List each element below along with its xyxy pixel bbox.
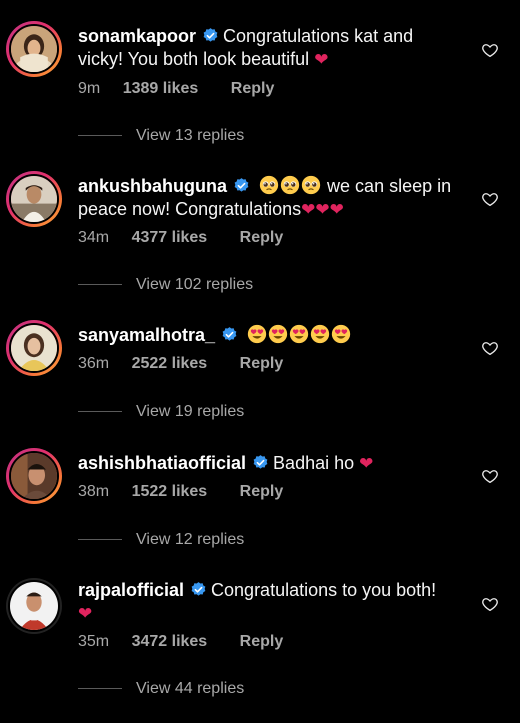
heart-emoji: ❤❤❤ bbox=[301, 200, 344, 220]
comment-meta: 35m 3472 likes Reply bbox=[78, 633, 283, 651]
view-replies-button[interactable]: View 44 replies bbox=[78, 680, 244, 698]
heart-eyes-face-icon bbox=[331, 324, 351, 344]
username[interactable]: sonamkapoor bbox=[78, 26, 196, 46]
view-replies-button[interactable]: View 12 replies bbox=[78, 531, 244, 549]
heart-eyes-face-icon bbox=[310, 324, 330, 344]
like-heart-icon[interactable] bbox=[481, 595, 499, 613]
reply-button[interactable]: Reply bbox=[240, 355, 284, 373]
username[interactable]: ashishbhatiaofficial bbox=[78, 453, 246, 473]
view-replies-label: View 102 replies bbox=[136, 276, 254, 293]
divider-line bbox=[78, 539, 122, 541]
like-heart-icon[interactable] bbox=[481, 467, 499, 485]
username[interactable]: sanyamalhotra_ bbox=[78, 325, 215, 345]
view-replies-button[interactable]: View 13 replies bbox=[78, 127, 244, 145]
username[interactable]: rajpalofficial bbox=[78, 580, 184, 600]
heart-eyes-face-icon bbox=[268, 324, 288, 344]
verified-badge-icon bbox=[221, 326, 238, 343]
pleading-face-icon bbox=[280, 175, 300, 195]
reply-button[interactable]: Reply bbox=[240, 229, 284, 247]
heart-emoji: ❤ bbox=[78, 604, 93, 624]
like-heart-icon[interactable] bbox=[481, 190, 499, 208]
divider-line bbox=[78, 284, 122, 286]
avatar-photo bbox=[11, 176, 57, 222]
comment-text: ashishbhatiaofficial Badhai ho ❤ bbox=[78, 452, 460, 476]
comment-text: sanyamalhotra_ bbox=[78, 324, 460, 347]
comment-time: 9m bbox=[78, 80, 101, 97]
likes-count[interactable]: 3472 likes bbox=[132, 633, 208, 651]
like-heart-icon[interactable] bbox=[481, 41, 499, 59]
comment-time: 38m bbox=[78, 483, 110, 500]
likes-count[interactable]: 1389 likes bbox=[123, 80, 199, 98]
verified-badge-icon bbox=[202, 27, 219, 44]
avatar-sanyamalhotra[interactable] bbox=[6, 320, 62, 376]
comment-meta: 9m 1389 likes Reply bbox=[78, 80, 274, 98]
comment-body: Congratulations to you both! bbox=[211, 580, 437, 600]
pleading-face-icon bbox=[259, 175, 279, 195]
comment-time: 36m bbox=[78, 355, 110, 372]
view-replies-label: View 44 replies bbox=[136, 680, 245, 697]
comment-text: sonamkapoor Congratulations kat and vicky… bbox=[78, 25, 460, 72]
avatar-photo bbox=[11, 325, 57, 371]
comment-time: 35m bbox=[78, 633, 110, 650]
view-replies-button[interactable]: View 19 replies bbox=[78, 403, 244, 421]
pleading-emoji-group bbox=[259, 176, 327, 196]
comment-meta: 34m 4377 likes Reply bbox=[78, 229, 283, 247]
avatar-ashishbhatiaofficial[interactable] bbox=[6, 448, 62, 504]
avatar-photo bbox=[10, 582, 58, 630]
reply-button[interactable]: Reply bbox=[240, 483, 284, 501]
heart-eyes-face-icon bbox=[247, 324, 267, 344]
view-replies-label: View 12 replies bbox=[136, 531, 245, 548]
divider-line bbox=[78, 135, 122, 137]
username[interactable]: ankushbahuguna bbox=[78, 176, 227, 196]
like-heart-icon[interactable] bbox=[481, 339, 499, 357]
avatar-sonamkapoor[interactable] bbox=[6, 21, 62, 77]
heart-eyes-face-icon bbox=[289, 324, 309, 344]
comment-time: 34m bbox=[78, 229, 110, 246]
view-replies-button[interactable]: View 102 replies bbox=[78, 276, 253, 294]
reply-button[interactable]: Reply bbox=[231, 80, 275, 98]
comment-meta: 38m 1522 likes Reply bbox=[78, 483, 283, 501]
comment-body: Badhai ho bbox=[273, 453, 355, 473]
avatar-photo bbox=[11, 26, 57, 72]
likes-count[interactable]: 4377 likes bbox=[132, 229, 208, 247]
heart-eyes-emoji-group bbox=[247, 325, 352, 345]
reply-button[interactable]: Reply bbox=[240, 633, 284, 651]
divider-line bbox=[78, 688, 122, 690]
comment-text: ankushbahuguna we can sleep in peace now… bbox=[78, 175, 460, 222]
heart-emoji: ❤ bbox=[314, 50, 329, 70]
comment-text: rajpalofficial Congratulations to you bot… bbox=[78, 579, 460, 626]
likes-count[interactable]: 2522 likes bbox=[132, 355, 208, 373]
avatar-ankushbahuguna[interactable] bbox=[6, 171, 62, 227]
divider-line bbox=[78, 411, 122, 413]
likes-count[interactable]: 1522 likes bbox=[132, 483, 208, 501]
pleading-face-icon bbox=[301, 175, 321, 195]
verified-badge-icon bbox=[233, 177, 250, 194]
view-replies-label: View 13 replies bbox=[136, 127, 245, 144]
view-replies-label: View 19 replies bbox=[136, 403, 245, 420]
heart-emoji: ❤ bbox=[359, 454, 374, 474]
avatar-rajpalofficial[interactable] bbox=[6, 578, 62, 634]
avatar-photo bbox=[11, 453, 57, 499]
verified-badge-icon bbox=[252, 454, 269, 471]
comment-meta: 36m 2522 likes Reply bbox=[78, 355, 283, 373]
verified-badge-icon bbox=[190, 581, 207, 598]
